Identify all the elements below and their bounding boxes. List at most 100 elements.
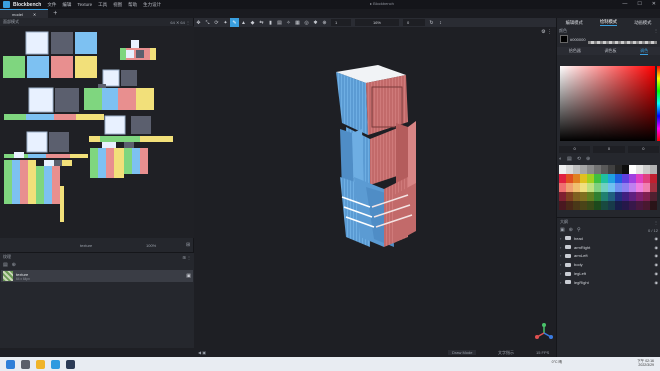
tab-palette[interactable]: 调色板 <box>604 48 616 54</box>
tab-both[interactable]: 调色 <box>640 48 649 55</box>
outliner-group-legright[interactable]: › legRight ◉ <box>557 278 660 287</box>
save-texture-icon[interactable]: ▣ <box>186 273 191 279</box>
search-icon[interactable] <box>21 359 30 369</box>
move-tool-icon[interactable]: ✥ <box>194 18 203 27</box>
vertical-icon[interactable]: ↕ <box>436 18 445 27</box>
softness-icon[interactable]: ◎ <box>302 18 311 27</box>
alpha-slider[interactable] <box>587 40 657 44</box>
import-texture-icon[interactable]: ▤ <box>3 262 8 268</box>
current-color-row: #000000 <box>557 34 660 44</box>
system-clock[interactable]: 下午 02:16 2022/3/29 <box>637 359 654 367</box>
refresh-icon[interactable]: ↻ <box>427 18 436 27</box>
outliner-group-head[interactable]: › head ◉ <box>557 234 660 243</box>
brush-opacity-input[interactable]: 16% <box>355 19 399 26</box>
color-panel-header: 颜色 ⋮ <box>557 27 660 34</box>
close-button[interactable]: ✕ <box>652 1 656 7</box>
current-color-swatch[interactable] <box>560 35 568 43</box>
visibility-eye-icon[interactable]: ◉ <box>655 245 659 250</box>
tab-model[interactable]: model ✕ <box>0 9 49 18</box>
mode-animate[interactable]: 动画模式 <box>634 20 651 26</box>
weather-widget[interactable]: 0°C 晴 <box>552 360 562 364</box>
tab-picker[interactable]: 拾色器 <box>569 48 581 54</box>
start-menu-icon[interactable] <box>6 359 15 369</box>
outliner-group-armleft[interactable]: › armLeft ◉ <box>557 252 660 261</box>
blockbench-taskbar-icon[interactable] <box>66 359 75 369</box>
brush-softness-input[interactable]: 0 <box>403 19 425 26</box>
textures-actions[interactable]: ⊞ ⋮ <box>183 255 191 260</box>
brush-tool-icon[interactable]: ✎ <box>230 18 239 27</box>
uv-grid-icon[interactable]: ⊞ <box>186 242 190 248</box>
folder-icon <box>565 262 571 267</box>
draw-mode-label[interactable]: Draw Mode <box>448 350 477 355</box>
3d-viewport[interactable]: ⚙ ⋮ <box>194 27 556 348</box>
mode-paint[interactable]: 绘制模式 <box>599 19 618 26</box>
viewport-nav-buttons[interactable]: ◀ ▣ <box>198 350 206 355</box>
texture-item[interactable]: texture 64 x 64px ▣ <box>1 270 193 282</box>
fill-tool-icon[interactable]: ▲ <box>239 18 248 27</box>
mirror-tool-icon[interactable]: ⇆ <box>257 18 266 27</box>
maximize-button[interactable]: ☐ <box>637 1 641 7</box>
mode-edit[interactable]: 编辑模式 <box>566 20 583 26</box>
outliner-search-icon[interactable]: ⚲ <box>577 227 581 233</box>
palette-add-icon[interactable]: ⊕ <box>586 156 590 162</box>
textures-header: 纹理 ⊞ ⋮ <box>0 253 194 261</box>
minimize-button[interactable]: — <box>622 1 627 7</box>
visibility-eye-icon[interactable]: ◉ <box>655 262 659 267</box>
outliner-menu-icon[interactable]: ⋮ <box>654 220 658 225</box>
checker-icon[interactable]: ▦ <box>293 18 302 27</box>
color-value-b[interactable]: 0 <box>627 146 659 153</box>
resize-tool-icon[interactable]: ⤡ <box>203 18 212 27</box>
menu-tools[interactable]: 工具 <box>98 2 107 8</box>
visibility-eye-icon[interactable]: ◉ <box>655 280 659 285</box>
brush-size-input[interactable]: 1 <box>331 19 351 26</box>
uv-panel-header: 面部模式 64 ✕ 64 ⋮ <box>0 18 193 26</box>
color-panel-menu-icon[interactable]: ⋮ <box>654 28 658 33</box>
lock-alpha-icon[interactable]: ✱ <box>311 18 320 27</box>
color-value-r[interactable]: 0 <box>559 146 591 153</box>
color-palette[interactable] <box>559 165 657 210</box>
palette-reset-icon[interactable]: ⟲ <box>577 156 581 162</box>
add-tab-button[interactable]: + <box>53 10 57 17</box>
menu-design[interactable]: 生力设计 <box>143 2 161 8</box>
group-label: legLeft <box>574 271 587 277</box>
palette-list-icon[interactable]: ▤ <box>567 156 572 162</box>
color-hex[interactable]: #000000 <box>570 37 586 42</box>
color-value-g[interactable]: 0 <box>593 146 625 153</box>
rotate-tool-icon[interactable]: ⟳ <box>212 18 221 27</box>
menu-edit[interactable]: 编辑 <box>62 2 71 8</box>
pen-mode-icon[interactable]: ✧ <box>284 18 293 27</box>
title-bar: Blockbench 文件 编辑 Texture 工具 视图 帮助 生力设计 ▸… <box>0 0 660 9</box>
visibility-eye-icon[interactable]: ◉ <box>655 271 659 276</box>
color-picker-icon[interactable]: ▮ <box>266 18 275 27</box>
eraser-tool-icon[interactable]: ◆ <box>248 18 257 27</box>
fps-counter: 15 FPS <box>536 350 550 355</box>
palette-contrast-icon[interactable]: ◐ <box>559 156 562 162</box>
menu-texture[interactable]: Texture <box>77 2 92 8</box>
file-explorer-icon[interactable] <box>36 359 45 369</box>
browser-icon[interactable] <box>51 359 60 369</box>
pivot-tool-icon[interactable]: ✦ <box>221 18 230 27</box>
uv-editor[interactable] <box>0 26 194 238</box>
outliner-add-icon[interactable]: ⊕ <box>569 227 573 233</box>
brush-mode-icon[interactable]: ▤ <box>275 18 284 27</box>
color-picker-field[interactable] <box>560 66 655 141</box>
visibility-eye-icon[interactable]: ◉ <box>655 253 659 258</box>
create-texture-icon[interactable]: ⊕ <box>12 262 16 268</box>
visibility-eye-icon[interactable]: ◉ <box>655 236 659 241</box>
outliner-header: 大纲 ⋮ <box>557 218 660 226</box>
outliner-group-legleft[interactable]: › legLeft ◉ <box>557 269 660 278</box>
menu-help[interactable]: 帮助 <box>128 2 137 8</box>
outliner-group-armright[interactable]: › armRight ◉ <box>557 243 660 252</box>
uv-zoom-level[interactable]: 100% <box>146 243 156 248</box>
viewport-settings-icon[interactable]: ⚙ ⋮ <box>541 29 552 35</box>
outliner-cube-icon[interactable]: ▣ <box>560 227 565 233</box>
add-icon[interactable]: ⊕ <box>320 18 329 27</box>
menu-view[interactable]: 视图 <box>113 2 122 8</box>
mode-switcher: 编辑模式 绘制模式 动画模式 <box>557 18 660 27</box>
model-render <box>336 65 553 339</box>
menu-file[interactable]: 文件 <box>47 2 56 8</box>
outliner-group-body[interactable]: › body ◉ <box>557 260 660 269</box>
uv-panel-controls[interactable]: 64 ✕ 64 ⋮ <box>170 20 190 25</box>
tab-close-icon[interactable]: ✕ <box>33 12 36 17</box>
group-label: body <box>574 262 583 268</box>
